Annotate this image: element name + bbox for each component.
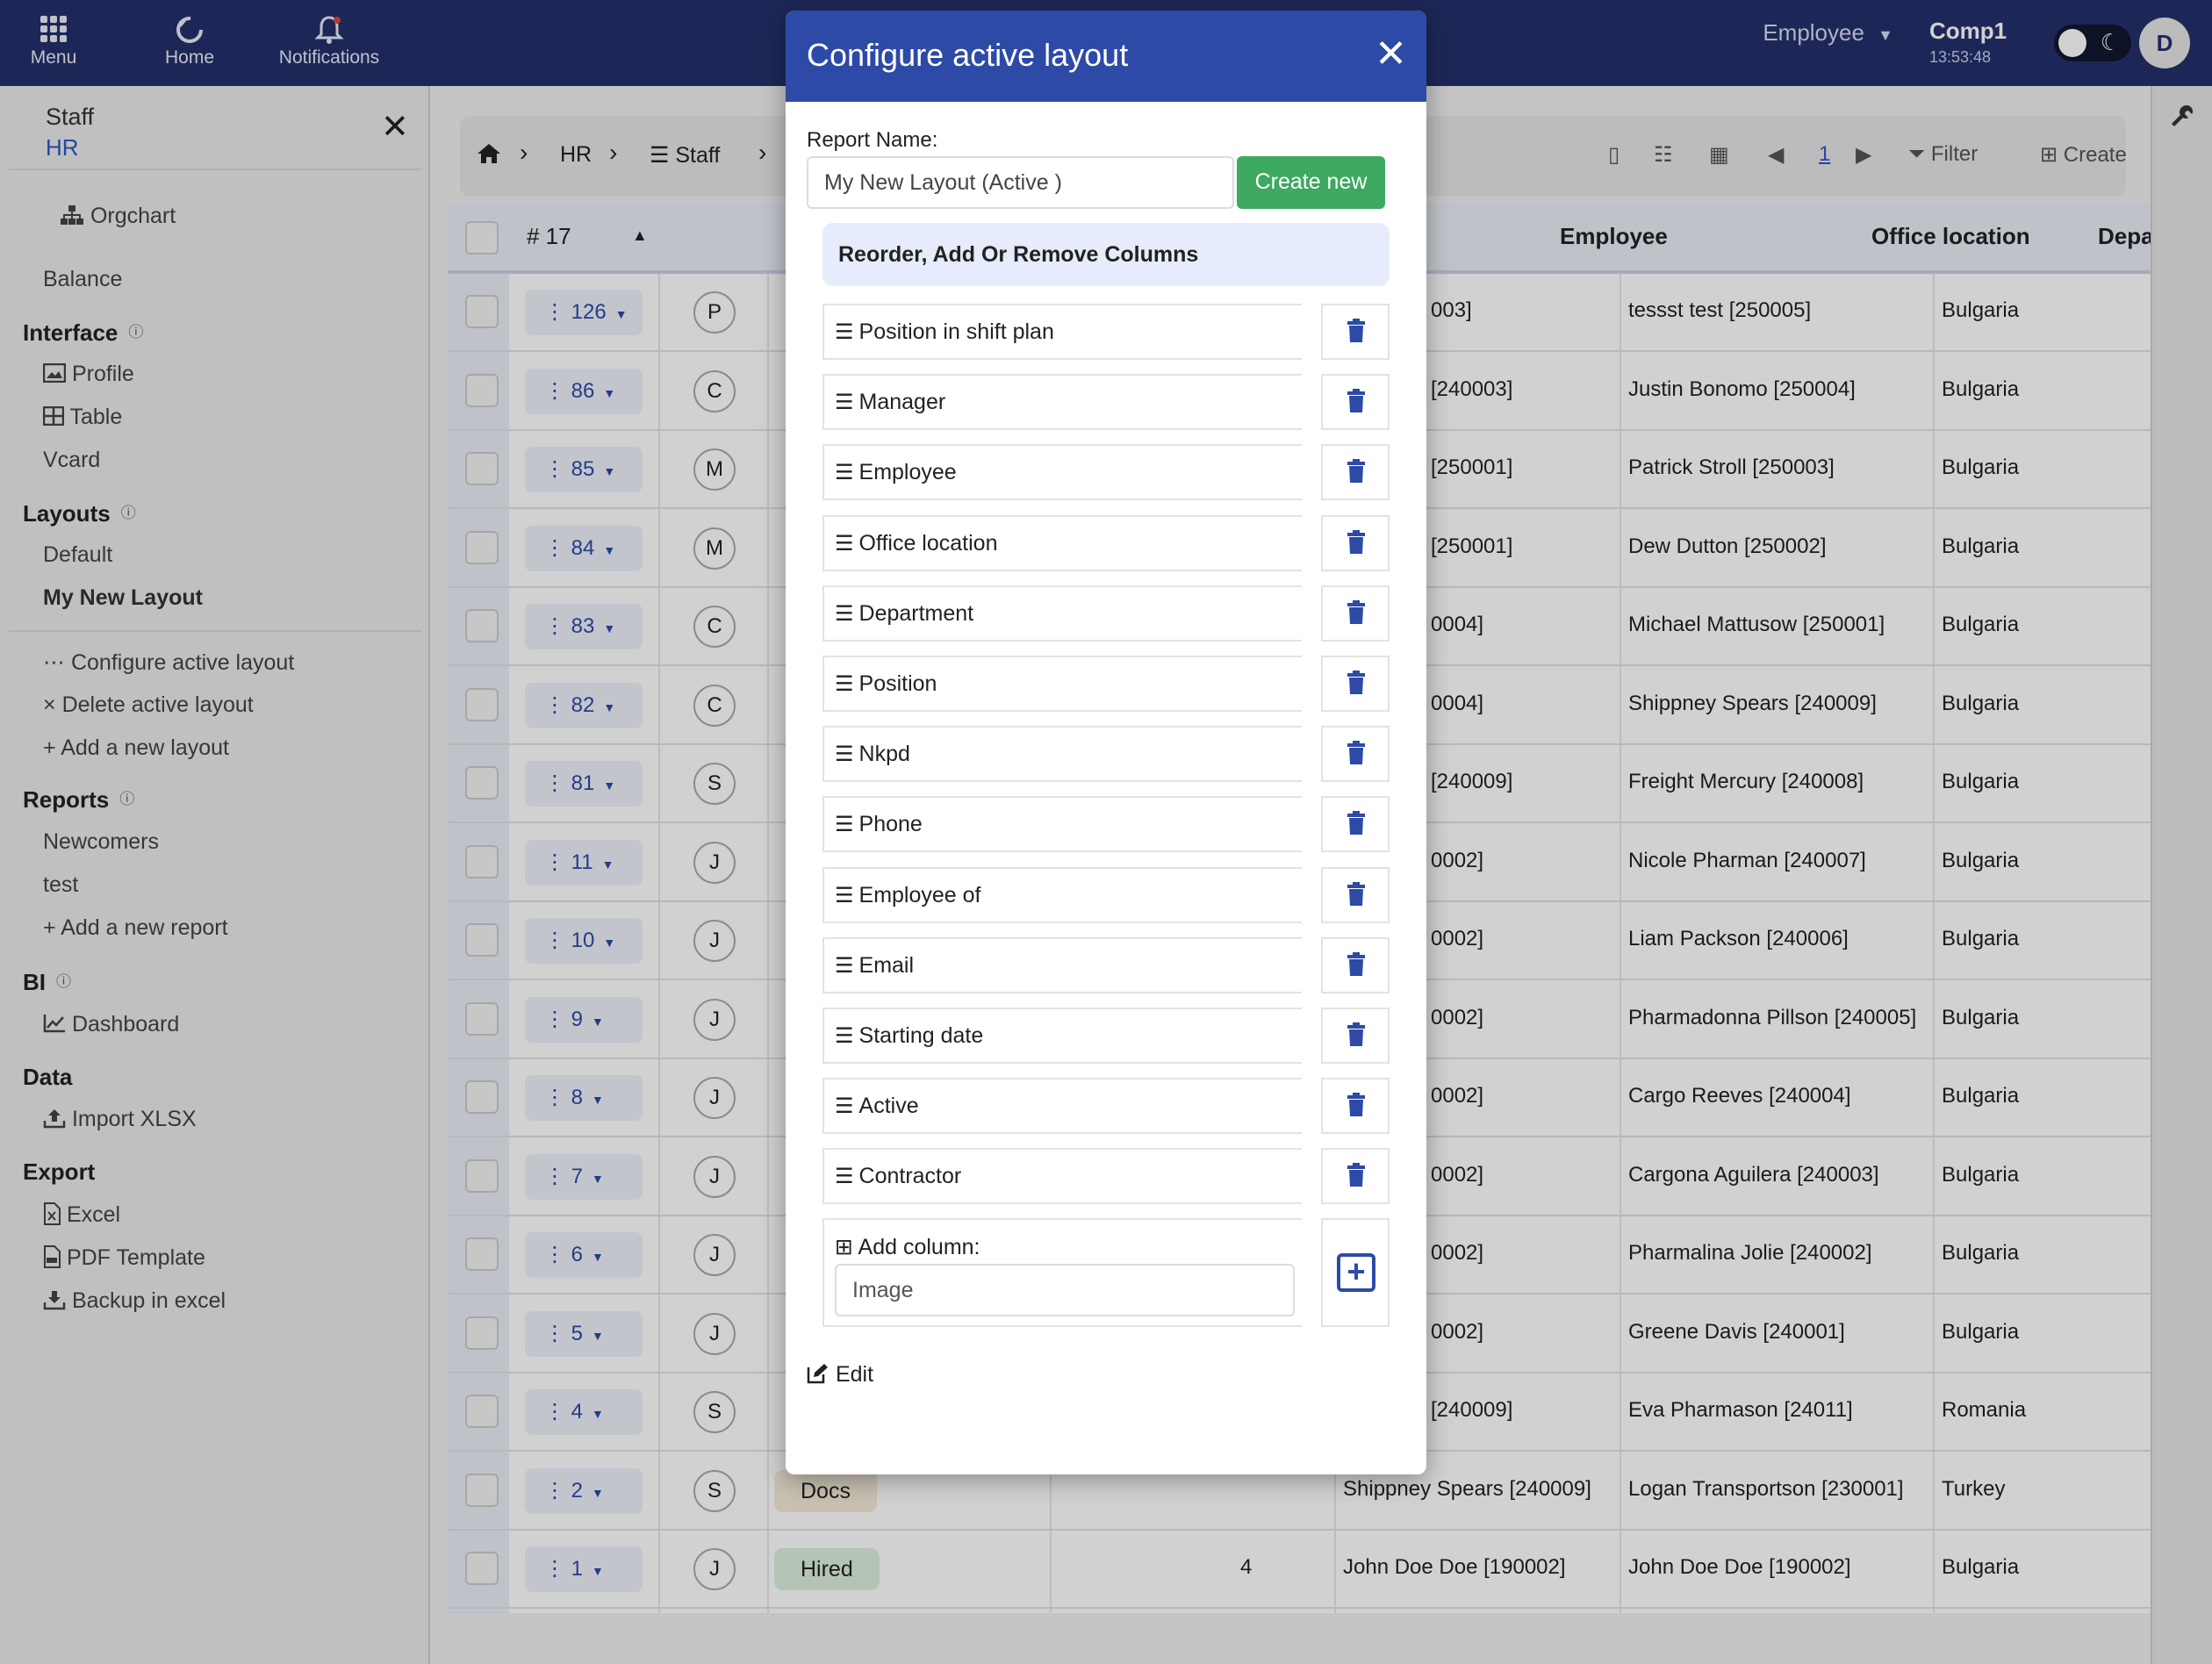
add-column-button[interactable]: + [1337, 1253, 1375, 1292]
drag-handle-icon[interactable]: ☰ [835, 742, 854, 766]
columns-panel-title: Reorder, Add Or Remove Columns [822, 223, 1390, 286]
column-label: Position in shift plan [858, 319, 1054, 344]
report-name-input[interactable]: My New Layout (Active ) [807, 156, 1234, 209]
remove-column-button[interactable] [1321, 444, 1390, 501]
column-label: Nkpd [858, 742, 910, 767]
add-column-section: ⊞ Add column: Image [822, 1218, 1302, 1327]
trash-icon [1346, 1162, 1367, 1193]
configure-layout-modal: Configure active layout ✕ Report Name: M… [786, 11, 1426, 1474]
close-icon[interactable]: ✕ [1375, 35, 1407, 74]
column-row[interactable]: ☰ Employee [822, 444, 1302, 501]
column-label: Active [858, 1094, 919, 1119]
add-column-label: Add column: [858, 1235, 980, 1259]
report-name-label: Report Name: [807, 128, 938, 152]
drag-handle-icon[interactable]: ☰ [835, 532, 854, 556]
column-row[interactable]: ☰ Starting date [822, 1008, 1302, 1064]
column-label: Email [858, 952, 915, 978]
trash-icon [1346, 318, 1367, 348]
drag-handle-icon[interactable]: ☰ [835, 672, 854, 696]
drag-handle-icon[interactable]: ☰ [835, 1024, 854, 1048]
trash-icon [1346, 599, 1367, 630]
trash-icon [1346, 1092, 1367, 1122]
remove-column-button[interactable] [1321, 726, 1390, 783]
add-column-select[interactable]: Image [835, 1264, 1295, 1316]
column-row[interactable]: ☰ Position in shift plan [822, 304, 1302, 360]
column-row[interactable]: ☰ Active [822, 1078, 1302, 1135]
remove-column-button[interactable] [1321, 514, 1390, 571]
remove-column-button[interactable] [1321, 656, 1390, 712]
edit-link[interactable]: Edit [807, 1362, 873, 1388]
column-row[interactable]: ☰ Nkpd [822, 726, 1302, 783]
trash-icon [1346, 740, 1367, 771]
drag-handle-icon[interactable]: ☰ [835, 391, 854, 414]
column-label: Office location [858, 530, 998, 556]
column-label: Contractor [858, 1164, 962, 1189]
modal-title: Configure active layout [807, 37, 1129, 73]
column-label: Employee of [858, 882, 981, 907]
drag-handle-icon[interactable]: ☰ [835, 1165, 854, 1188]
remove-column-button[interactable] [1321, 1148, 1390, 1205]
trash-icon [1346, 458, 1367, 489]
create-new-button[interactable]: Create new [1237, 156, 1385, 209]
drag-handle-icon[interactable]: ☰ [835, 954, 854, 978]
trash-icon [1346, 670, 1367, 700]
column-row[interactable]: ☰ Office location [822, 514, 1302, 571]
trash-icon [1346, 881, 1367, 912]
column-label: Employee [858, 460, 957, 485]
edit-label: Edit [835, 1362, 874, 1387]
add-column-label-wrap: ⊞ Add column: [835, 1234, 980, 1260]
trash-icon [1346, 1022, 1367, 1052]
remove-column-button[interactable] [1321, 936, 1390, 993]
column-row[interactable]: ☰ Phone [822, 796, 1302, 853]
remove-column-button[interactable] [1321, 304, 1390, 360]
column-label: Department [858, 600, 974, 626]
drag-handle-icon[interactable]: ☰ [835, 461, 854, 484]
add-column-button-cell: + [1321, 1218, 1390, 1327]
drag-handle-icon[interactable]: ☰ [835, 320, 854, 344]
remove-column-button[interactable] [1321, 1008, 1390, 1064]
drag-handle-icon[interactable]: ☰ [835, 1094, 854, 1118]
edit-icon [807, 1362, 836, 1387]
column-label: Manager [858, 390, 946, 415]
column-label: Phone [858, 812, 923, 837]
remove-column-button[interactable] [1321, 585, 1390, 642]
remove-column-button[interactable] [1321, 1078, 1390, 1135]
column-row[interactable]: ☰ Contractor [822, 1148, 1302, 1205]
column-label: Starting date [858, 1023, 984, 1048]
column-row[interactable]: ☰ Employee of [822, 866, 1302, 923]
trash-icon [1346, 529, 1367, 560]
remove-column-button[interactable] [1321, 796, 1390, 853]
plus-square-icon: ⊞ [835, 1235, 853, 1259]
drag-handle-icon[interactable]: ☰ [835, 813, 854, 836]
column-row[interactable]: ☰ Email [822, 936, 1302, 993]
column-row[interactable]: ☰ Department [822, 585, 1302, 642]
drag-handle-icon[interactable]: ☰ [835, 884, 854, 907]
remove-column-button[interactable] [1321, 374, 1390, 431]
trash-icon [1346, 810, 1367, 841]
modal-header: Configure active layout ✕ [786, 11, 1426, 102]
column-row[interactable]: ☰ Position [822, 656, 1302, 712]
remove-column-button[interactable] [1321, 866, 1390, 923]
column-row[interactable]: ☰ Manager [822, 374, 1302, 431]
trash-icon [1346, 388, 1367, 419]
trash-icon [1346, 951, 1367, 982]
drag-handle-icon[interactable]: ☰ [835, 602, 854, 626]
column-label: Position [858, 671, 937, 696]
